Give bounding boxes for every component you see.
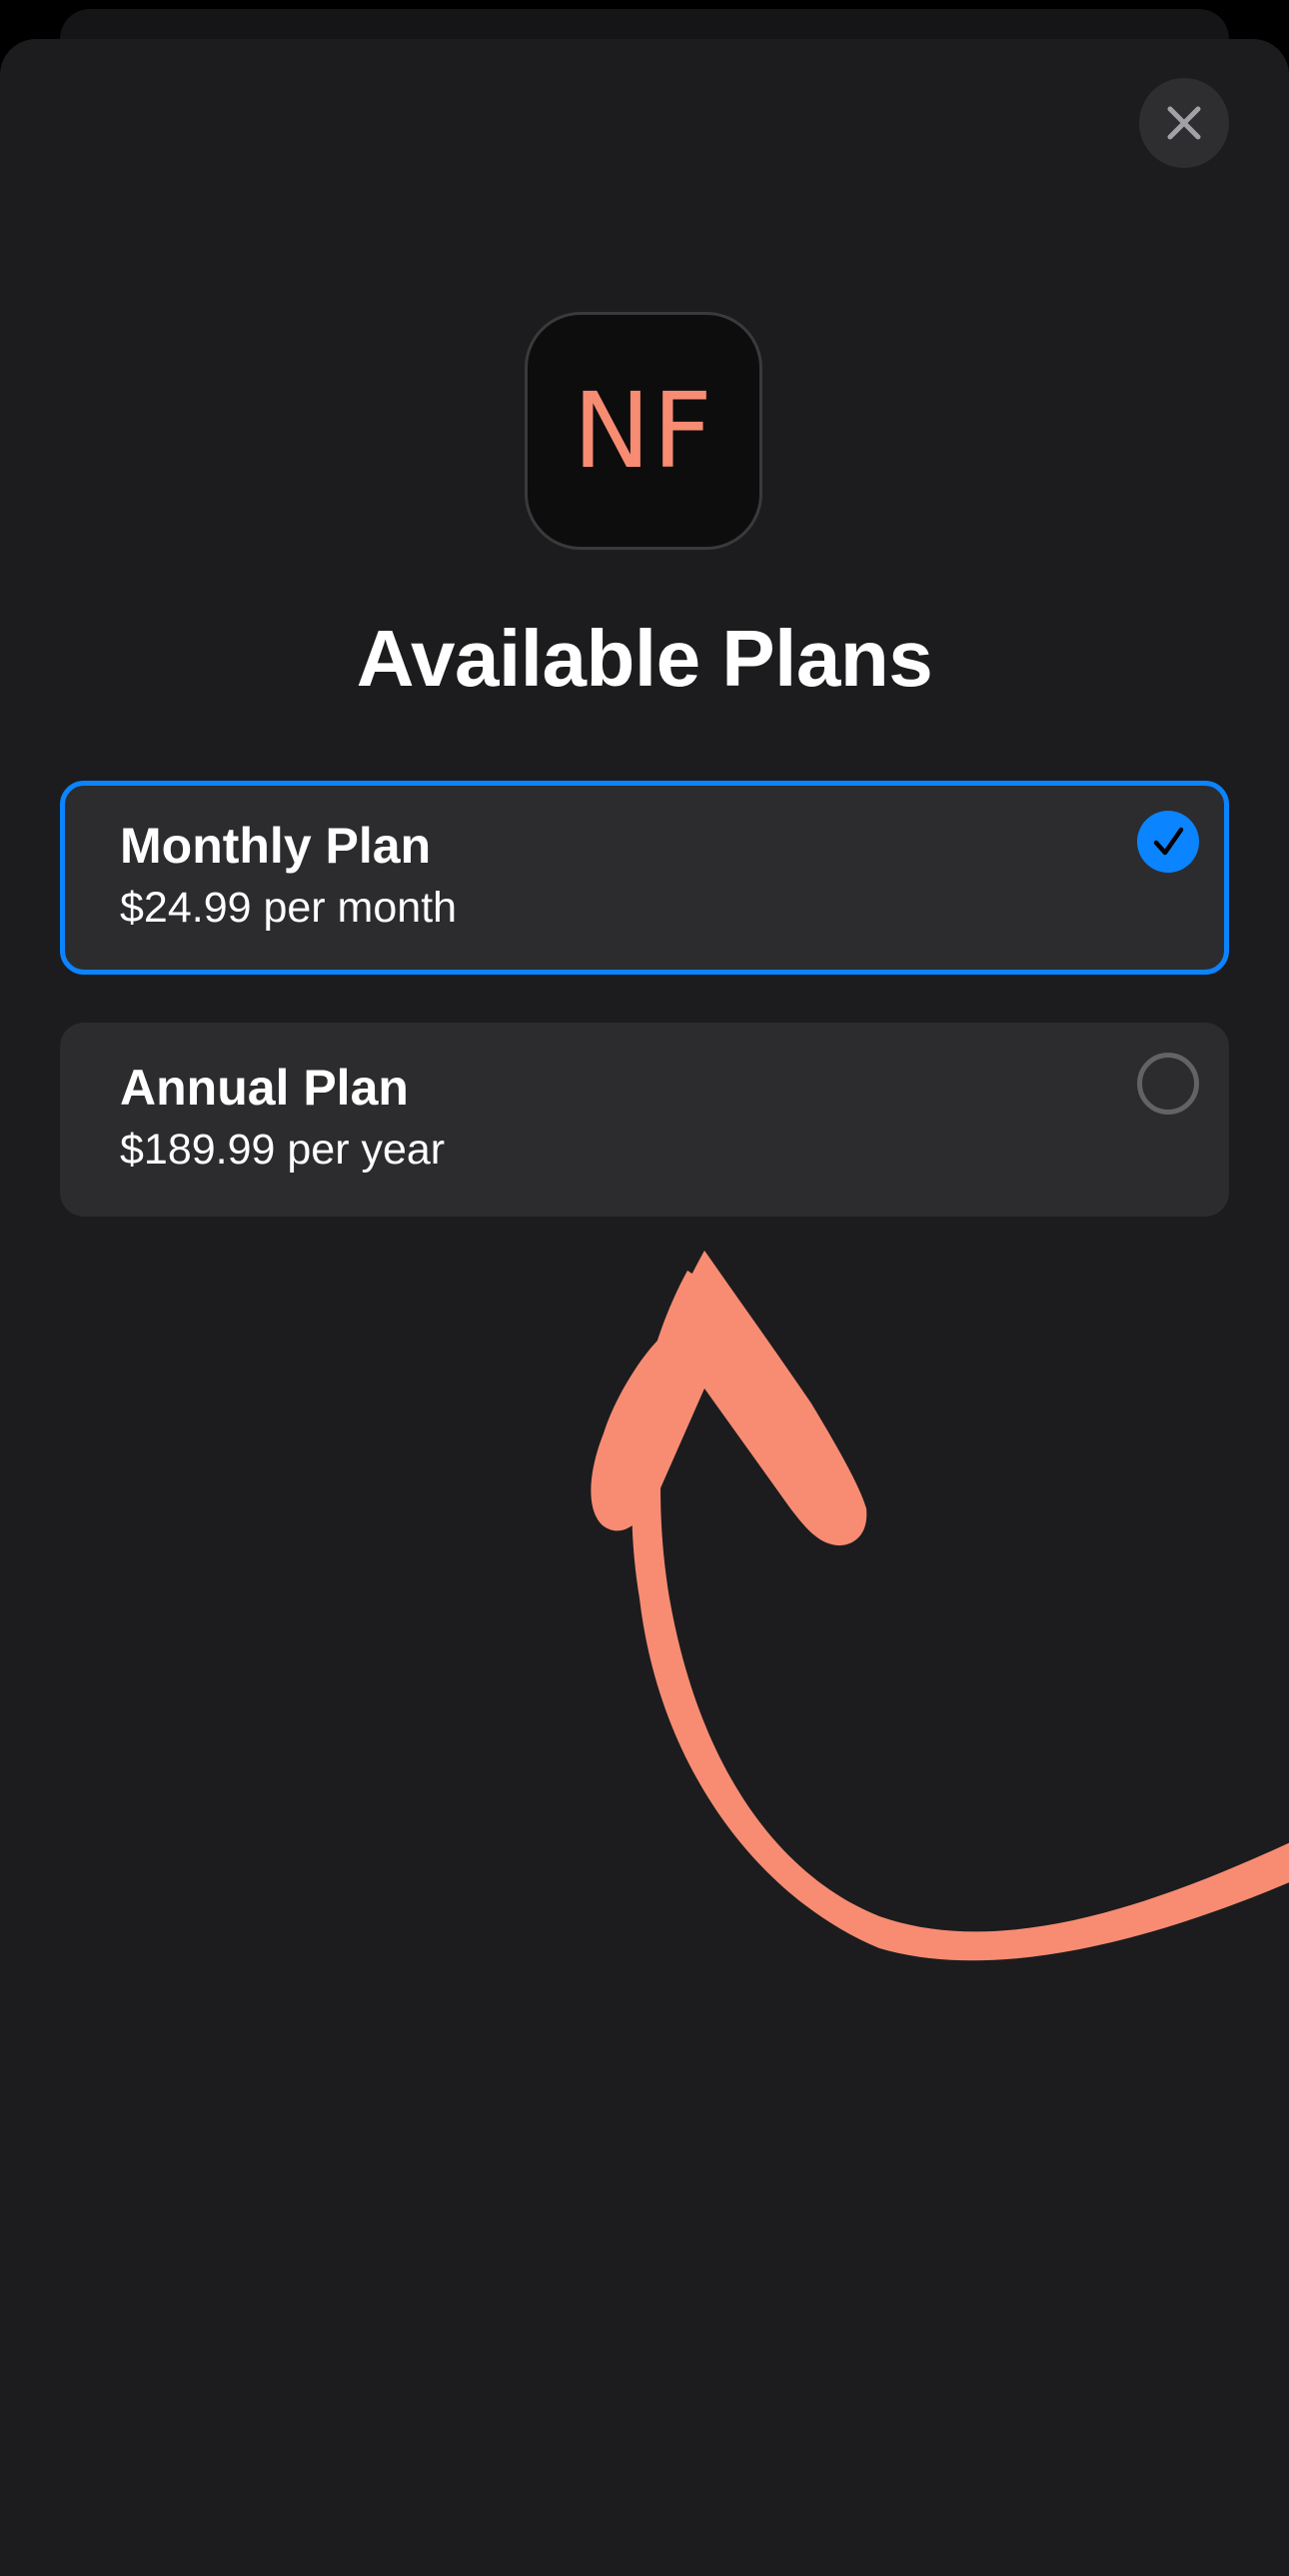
plan-name: Annual Plan [120, 1060, 409, 1116]
app-icon-label: NF [573, 370, 714, 492]
plan-name: Monthly Plan [120, 818, 432, 874]
plan-option-annual[interactable]: Annual Plan $189.99 per year [60, 1023, 1229, 1217]
checkmark-icon [1153, 827, 1184, 856]
plan-price: $24.99 per month [120, 884, 458, 932]
radio-unselected[interactable] [1137, 1053, 1199, 1115]
plan-option-monthly[interactable]: Monthly Plan $24.99 per month [60, 781, 1229, 975]
app-icon: NF [525, 312, 762, 550]
page-title: Available Plans [356, 614, 933, 703]
close-icon [1167, 106, 1201, 140]
plans-sheet: NF Available Plans Monthly Plan $24.99 p… [0, 39, 1289, 2576]
plan-price: $189.99 per year [120, 1126, 446, 1174]
radio-selected[interactable] [1137, 811, 1199, 873]
close-button[interactable] [1139, 78, 1229, 168]
